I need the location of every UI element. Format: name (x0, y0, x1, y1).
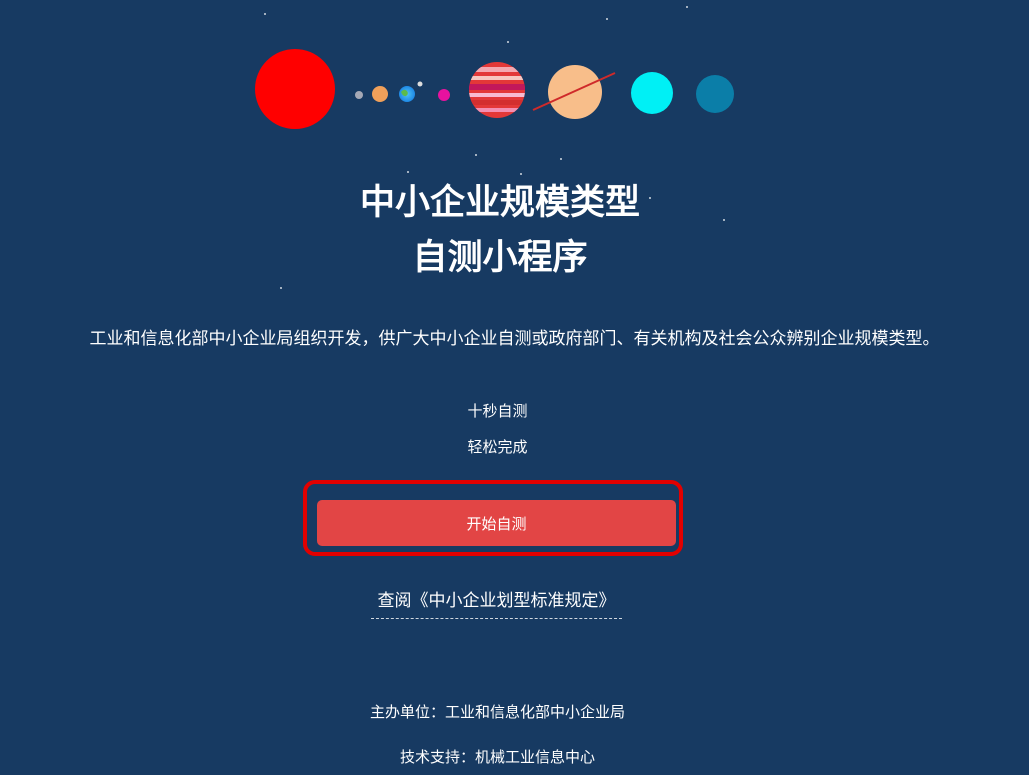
star (560, 158, 562, 160)
uranus-icon (631, 72, 673, 114)
start-test-button[interactable]: 开始自测 (317, 500, 676, 546)
jupiter-icon (469, 62, 525, 118)
planet-banner (255, 49, 734, 129)
star (407, 171, 409, 173)
star (520, 173, 522, 175)
description-text: 工业和信息化部中小企业局组织开发，供广大中小企业自测或政府部门、有关机构及社会公… (89, 329, 940, 349)
page: 中小企业规模类型 自测小程序 工业和信息化部中小企业局组织开发，供广大中小企业自… (0, 0, 1029, 775)
standard-regulation-link[interactable]: 查阅《中小企业划型标准规定》 (371, 587, 622, 619)
star (280, 287, 282, 289)
venus-icon (372, 86, 388, 102)
tagline-easy: 轻松完成 (467, 438, 528, 456)
tagline-quick: 十秒自测 (467, 402, 528, 420)
footer-support: 技术支持：机械工业信息中心 (399, 748, 595, 766)
mercury-icon (355, 91, 363, 99)
star (475, 154, 477, 156)
footer-sponsor: 主办单位：工业和信息化部中小企业局 (369, 703, 625, 721)
saturn-icon (532, 65, 616, 119)
sun-icon (255, 49, 335, 129)
mars-icon (438, 89, 450, 101)
page-title-line2: 自测小程序 (412, 238, 588, 278)
earth-icon (399, 81, 423, 102)
page-title-line1: 中小企业规模类型 (359, 183, 640, 223)
neptune-icon (696, 75, 734, 113)
